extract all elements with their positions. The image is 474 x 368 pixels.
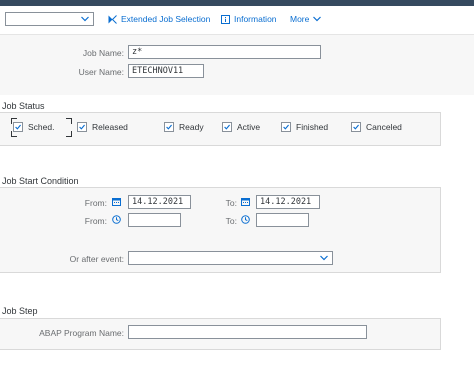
extended-job-selection-button[interactable]: Extended Job Selection xyxy=(108,14,210,24)
status-canceled-checkbox[interactable]: Canceled xyxy=(351,122,402,132)
event-label: Or after event: xyxy=(69,254,124,264)
checkmark-icon xyxy=(166,124,172,130)
checkbox-box xyxy=(281,122,291,132)
checkmark-icon xyxy=(224,124,230,130)
information-icon xyxy=(221,14,230,24)
status-finished-label: Finished xyxy=(296,122,329,132)
program-name-label: ABAP Program Name: xyxy=(39,328,124,338)
chevron-down-icon xyxy=(81,16,89,22)
clock-icon[interactable] xyxy=(112,215,121,224)
status-canceled-label: Canceled xyxy=(366,122,402,132)
job-name-label: Job Name: xyxy=(82,48,124,58)
information-label: Information xyxy=(234,14,277,24)
calendar-icon[interactable] xyxy=(112,197,121,206)
from-time-label: From: xyxy=(84,216,107,226)
status-active-label: Active xyxy=(237,122,261,132)
from-time-input[interactable] xyxy=(128,213,181,227)
checkbox-box xyxy=(222,122,232,132)
status-released-label: Released xyxy=(92,122,128,132)
from-date-label: From: xyxy=(84,198,107,208)
checkmark-icon xyxy=(353,124,359,130)
toolbar: Extended Job Selection Information More xyxy=(0,6,474,35)
expand-icon xyxy=(108,14,117,24)
to-time-input[interactable] xyxy=(256,213,309,227)
user-name-label: User Name: xyxy=(78,67,124,77)
clock-icon[interactable] xyxy=(241,215,250,224)
information-button[interactable]: Information xyxy=(221,14,277,24)
job-status-title: Job Status xyxy=(2,101,45,111)
status-ready-checkbox[interactable]: Ready xyxy=(164,122,204,132)
start-condition-title: Job Start Condition xyxy=(2,176,79,186)
extended-job-selection-label: Extended Job Selection xyxy=(121,14,211,24)
checkbox-box xyxy=(13,122,23,132)
status-finished-checkbox[interactable]: Finished xyxy=(281,122,328,132)
program-name-input[interactable] xyxy=(128,325,367,339)
checkmark-icon xyxy=(15,124,21,130)
to-date-label: To: xyxy=(225,198,237,208)
job-header-area xyxy=(0,35,474,95)
checkbox-box xyxy=(351,122,361,132)
status-sched-checkbox[interactable]: Sched. xyxy=(13,122,54,132)
chevron-down-icon xyxy=(313,16,322,22)
status-active-checkbox[interactable]: Active xyxy=(222,122,260,132)
checkbox-box xyxy=(77,122,87,132)
checkbox-box xyxy=(164,122,174,132)
user-name-input[interactable]: ETECHNOV11 xyxy=(128,64,204,78)
checkmark-icon xyxy=(79,124,85,130)
job-name-input[interactable]: z* xyxy=(128,45,321,59)
from-date-input[interactable]: 14.12.2021 xyxy=(128,195,191,209)
status-ready-label: Ready xyxy=(179,122,204,132)
more-label: More xyxy=(290,14,310,24)
job-step-title: Job Step xyxy=(2,306,38,316)
chevron-down-icon xyxy=(320,255,328,261)
more-button[interactable]: More xyxy=(290,14,322,24)
variant-select[interactable] xyxy=(5,12,94,26)
checkmark-icon xyxy=(283,124,289,130)
calendar-icon[interactable] xyxy=(241,197,250,206)
event-select[interactable] xyxy=(128,251,333,265)
status-released-checkbox[interactable]: Released xyxy=(77,122,128,132)
to-time-label: To: xyxy=(225,216,237,226)
status-sched-label: Sched. xyxy=(28,122,55,132)
to-date-input[interactable]: 14.12.2021 xyxy=(256,195,320,209)
